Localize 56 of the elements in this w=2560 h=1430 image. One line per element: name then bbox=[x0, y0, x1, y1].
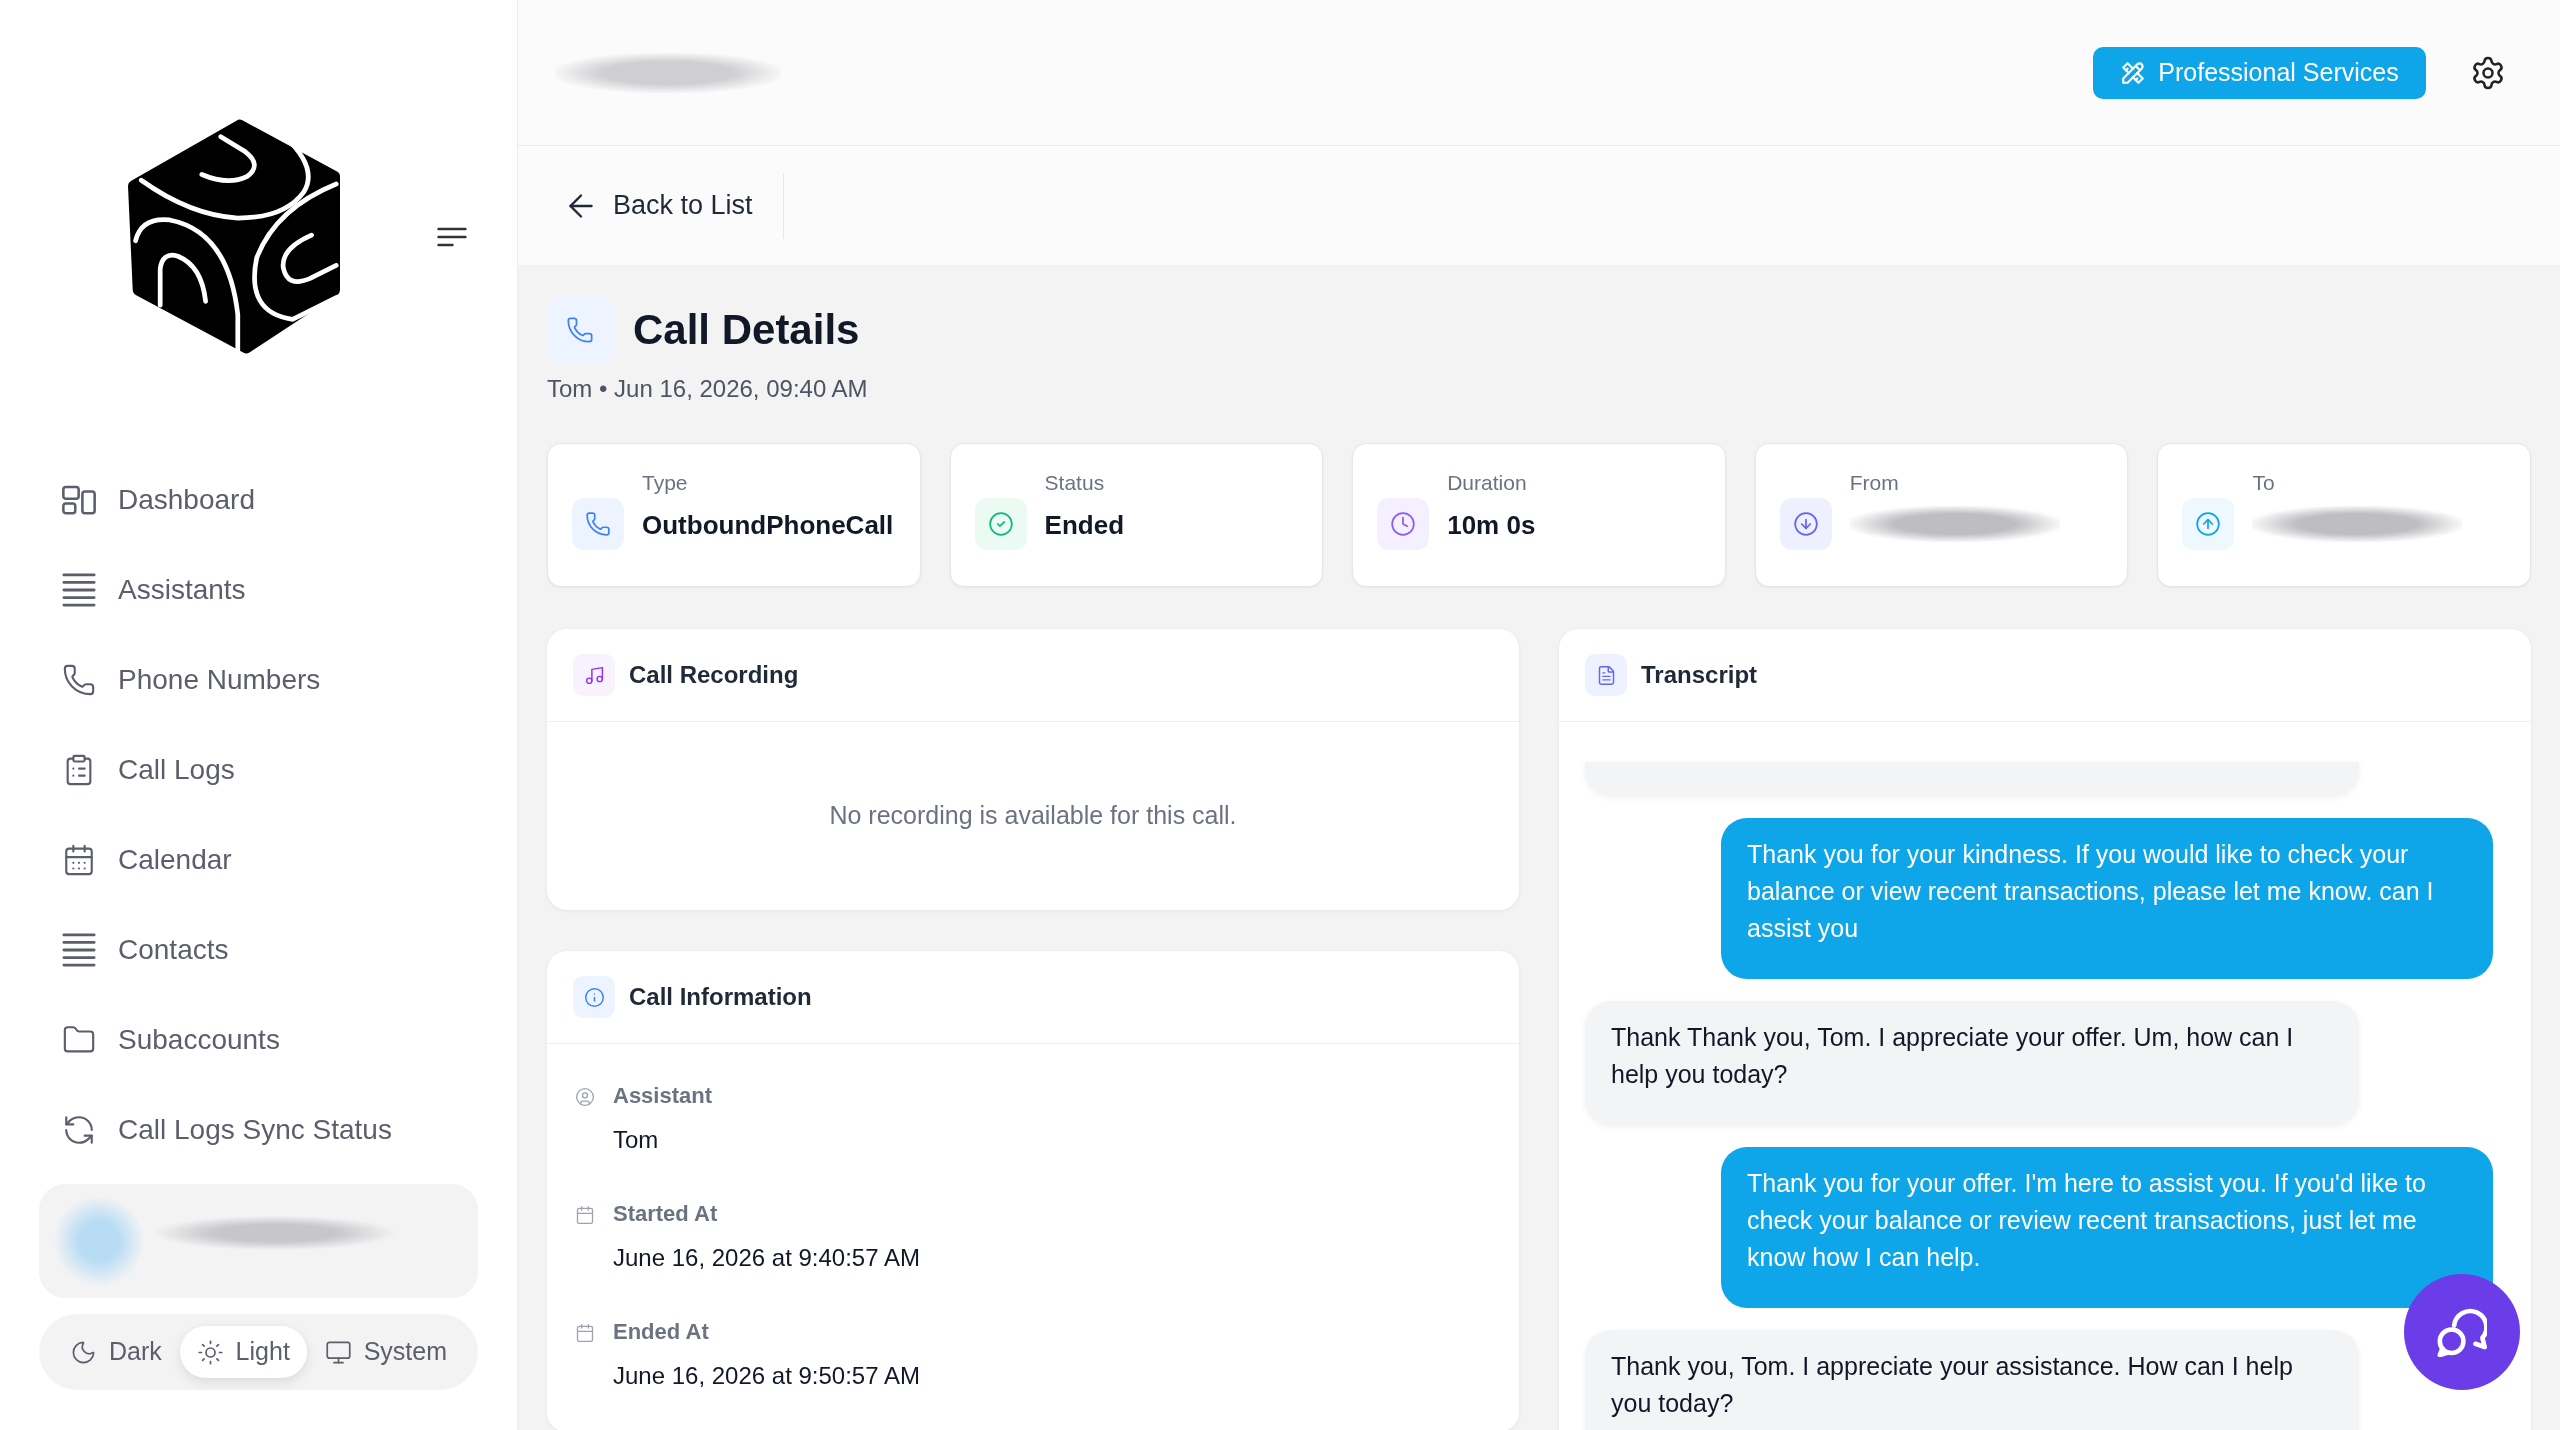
phone-icon bbox=[62, 663, 96, 697]
nav-link[interactable]: Dashboard bbox=[39, 455, 478, 545]
stat-value: OutboundPhoneCall bbox=[642, 509, 894, 542]
field-value: June 16, 2026 at 9:50:57 AM bbox=[613, 1361, 920, 1391]
message-bubble: Thank you, Tom. I appreciate your assistance. How can I help you today? bbox=[1585, 1330, 2359, 1430]
field-label: Started At bbox=[613, 1200, 718, 1228]
phone-icon bbox=[572, 498, 624, 550]
nav-link[interactable]: Contacts bbox=[39, 905, 478, 995]
stat-label: Duration bbox=[1447, 470, 1528, 496]
stat-label: To bbox=[2252, 470, 2276, 496]
music-note-icon bbox=[573, 654, 615, 696]
calendar-icon bbox=[575, 1323, 595, 1343]
field-value: June 16, 2026 at 9:40:57 AM bbox=[613, 1243, 920, 1273]
nav-link[interactable]: Subaccounts bbox=[39, 995, 478, 1085]
sun-icon bbox=[196, 1338, 224, 1366]
message-bubble: Thank you for your kindness. If you would like to check your balance or view recent transactions, please let me know. can I assist you bbox=[1721, 818, 2493, 979]
calendar-icon bbox=[62, 843, 96, 877]
stat-value: Ended bbox=[1044, 509, 1125, 542]
page-subtitle: Tom • Jun 16, 2026, 09:40 AM bbox=[547, 374, 868, 404]
panel-title: Call Recording bbox=[629, 660, 799, 690]
theme-option[interactable]: Light bbox=[179, 1326, 307, 1378]
user-circle-icon bbox=[575, 1087, 595, 1107]
tools-icon bbox=[2120, 59, 2147, 86]
document-icon bbox=[1585, 654, 1627, 696]
theme-option[interactable]: System bbox=[307, 1326, 464, 1378]
nav-link[interactable]: Call Logs Sync Status bbox=[39, 1085, 478, 1175]
nav-link[interactable]: Calendar bbox=[39, 815, 478, 905]
nav-link[interactable]: Call Logs bbox=[39, 725, 478, 815]
theme-option[interactable]: Dark bbox=[53, 1326, 179, 1378]
field-value: Tom bbox=[613, 1125, 659, 1155]
panel-title: Transcript bbox=[1641, 660, 1758, 690]
calendar-icon bbox=[575, 1205, 595, 1225]
list-icon bbox=[62, 573, 96, 607]
empty-message: No recording is available for this call. bbox=[829, 800, 1237, 832]
nav-link[interactable]: Phone Numbers bbox=[39, 635, 478, 725]
stat-label: Status bbox=[1044, 470, 1106, 496]
message-bubble: Thank you for your offer. I'm here to assist you. If you'd like to check your balance or review recent transactions, just let me know how I can help. bbox=[1721, 1147, 2493, 1308]
stat-label: From bbox=[1849, 470, 1900, 496]
panel-title: Call Information bbox=[629, 982, 812, 1012]
back-link[interactable]: Back to List bbox=[563, 185, 753, 226]
field-label: Ended At bbox=[613, 1318, 709, 1346]
dashboard-icon bbox=[62, 483, 96, 517]
settings-icon[interactable] bbox=[2470, 54, 2506, 91]
field-label: Assistant bbox=[613, 1082, 713, 1110]
stat-label: Type bbox=[642, 470, 689, 496]
phone-icon bbox=[547, 297, 613, 363]
clock-icon bbox=[1377, 498, 1430, 550]
chat-bubbles-icon bbox=[2437, 1307, 2487, 1357]
nav-link[interactable]: Assistants bbox=[39, 545, 478, 635]
menu-icon[interactable] bbox=[437, 227, 467, 247]
stat-value: 10m 0s bbox=[1447, 509, 1536, 542]
message-bubble: Thank Thank you, Tom. I appreciate your offer. Um, how can I help you today? bbox=[1585, 1001, 2359, 1125]
list-icon bbox=[62, 933, 96, 967]
page-title: Call Details bbox=[633, 305, 860, 355]
sync-icon bbox=[62, 1113, 96, 1147]
info-icon bbox=[573, 976, 615, 1018]
